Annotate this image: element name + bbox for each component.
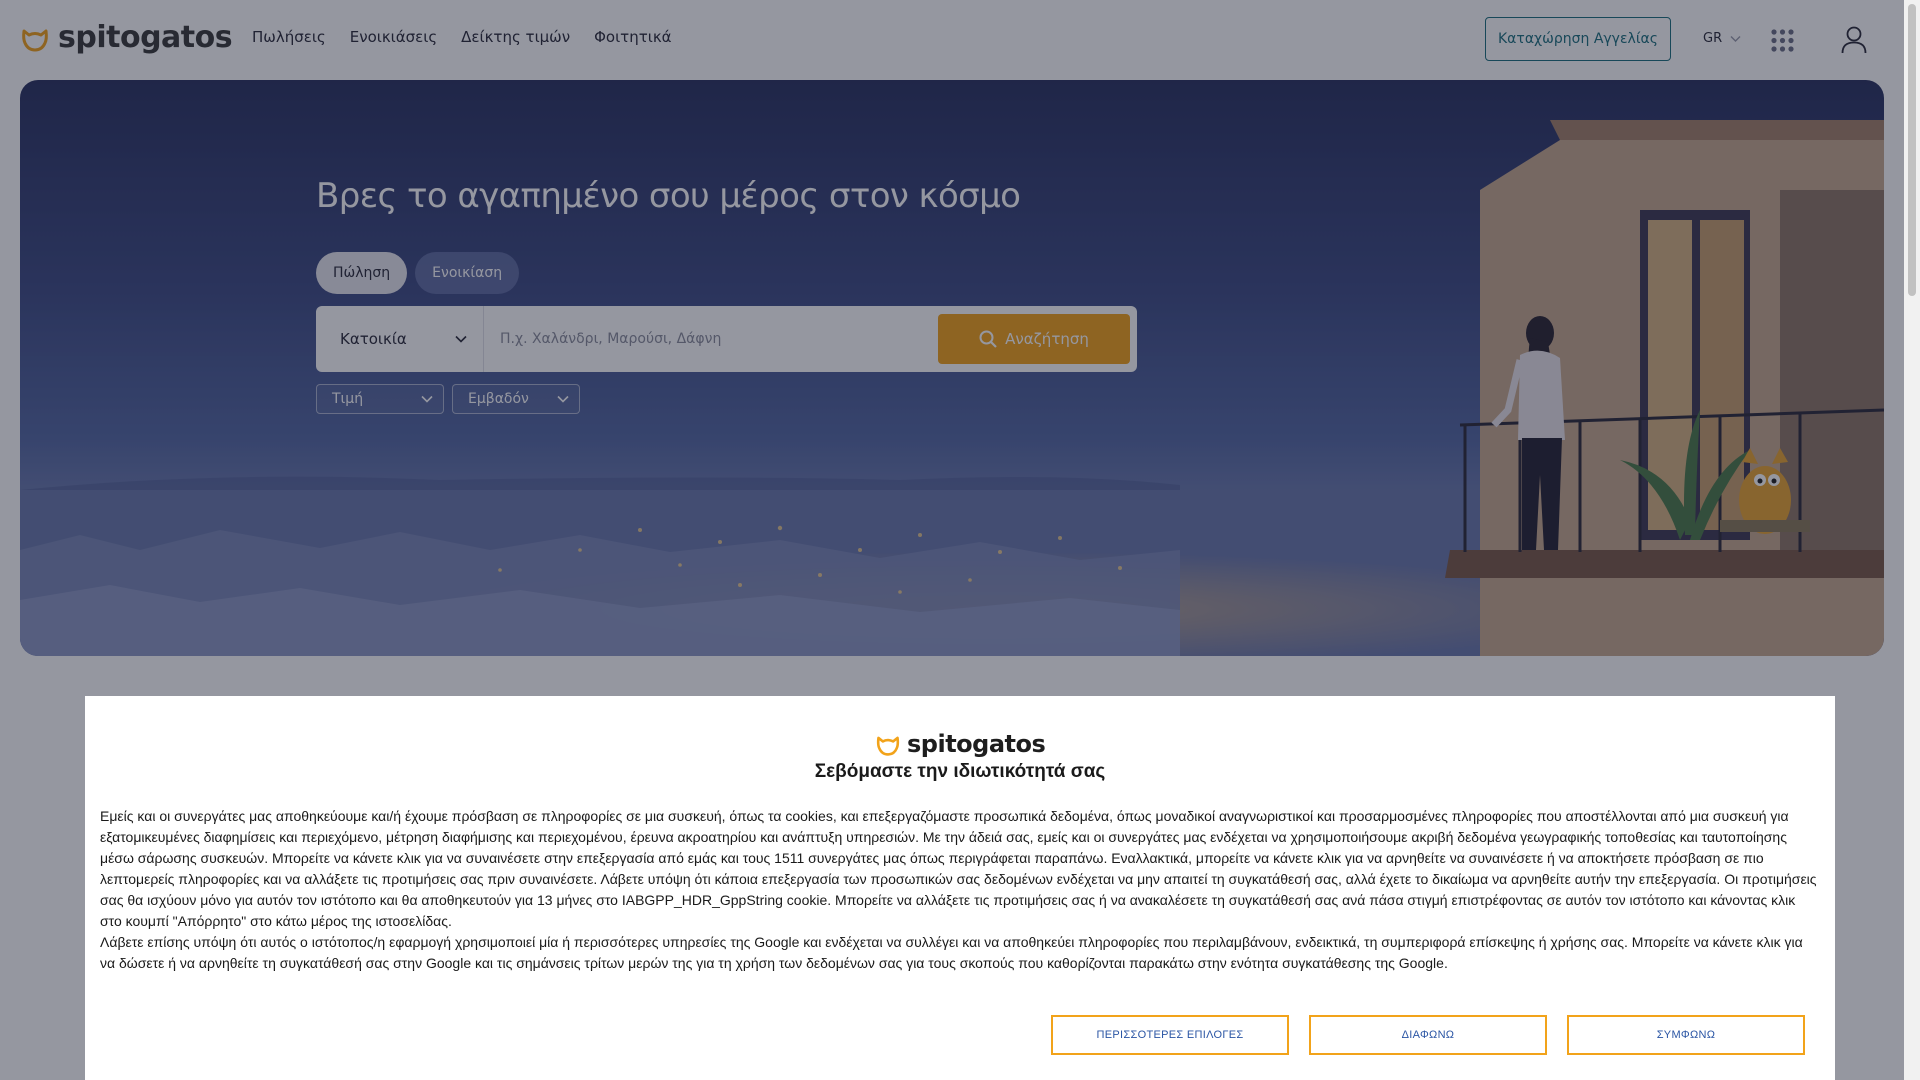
agree-button[interactable]: ΣΥΜΦΩΝΩ	[1567, 1015, 1805, 1055]
consent-logo: spitogatos	[875, 730, 1046, 758]
consent-title: Σεβόμαστε την ιδιωτικότητά σας	[814, 761, 1106, 782]
consent-paragraph: Λάβετε επίσης υπόψη ότι αυτός ο ιστότοπο…	[100, 934, 1803, 971]
consent-body: Εμείς και οι συνεργάτες μας αποθηκεύουμε…	[100, 806, 1820, 974]
consent-logo-text: spitogatos	[907, 730, 1046, 758]
cat-logo-icon	[876, 736, 900, 756]
page-scrollbar[interactable]	[1904, 0, 1920, 1080]
more-options-button[interactable]: ΠΕΡΙΣΣΟΤΕΡΕΣ ΕΠΙΛΟΓΕΣ	[1051, 1015, 1289, 1055]
scrollbar-thumb[interactable]	[1908, 4, 1916, 296]
consent-paragraph: Εμείς και οι συνεργάτες μας αποθηκεύουμε…	[100, 808, 1817, 929]
disagree-button[interactable]: ΔΙΑΦΩΝΩ	[1309, 1015, 1547, 1055]
consent-dialog: spitogatos Σεβόμαστε την ιδιωτικότητά σα…	[85, 696, 1835, 1080]
